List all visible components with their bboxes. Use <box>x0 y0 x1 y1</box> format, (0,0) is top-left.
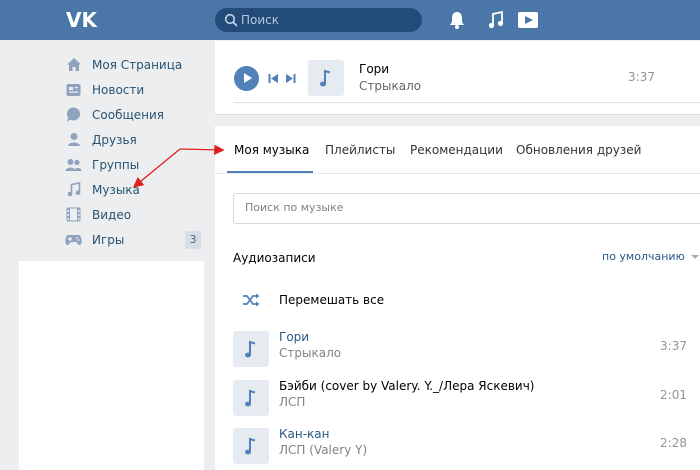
bell-icon[interactable] <box>448 10 466 30</box>
shuffle-all-button[interactable]: Перемешать все <box>233 286 384 314</box>
sidebar-item-music[interactable]: Музыка <box>60 177 205 202</box>
audio-player: Гори Стрыкало 3:37 <box>215 41 700 115</box>
games-count-badge: 3 <box>185 231 201 249</box>
sidebar-item-label: Друзья <box>92 132 137 147</box>
sidebar-blank-panel <box>19 261 204 470</box>
search-box[interactable] <box>215 8 422 32</box>
sidebar-item-groups[interactable]: Группы <box>60 152 205 177</box>
chevron-down-icon <box>690 254 699 259</box>
sidebar-item-label: Видео <box>92 207 132 222</box>
play-square-icon[interactable] <box>517 10 539 30</box>
player-track-artist[interactable]: Стрыкало <box>359 79 421 93</box>
sort-dropdown[interactable]: по умолчанию <box>602 250 699 263</box>
track-duration: 2:28 <box>660 436 687 450</box>
track-title[interactable]: Кан-кан <box>279 427 330 441</box>
sidebar-item-label: Игры <box>92 232 125 247</box>
sidebar-item-my-page[interactable]: Моя Страница <box>60 52 205 77</box>
sidebar-item-label: Новости <box>92 82 145 97</box>
tab-friends-updates[interactable]: Обновления друзей <box>516 143 641 157</box>
tab-recommendations[interactable]: Рекомендации <box>410 143 503 157</box>
film-icon <box>65 206 82 223</box>
sidebar-item-label: Группы <box>92 157 140 172</box>
track-row[interactable]: Кан-кан ЛСП (Valery Y) 2:28 <box>233 426 693 466</box>
track-duration: 2:01 <box>660 388 687 402</box>
music-search-box[interactable] <box>233 193 700 224</box>
home-icon <box>65 56 82 73</box>
next-track-icon[interactable] <box>284 73 296 84</box>
svg-text:VK: VK <box>66 9 98 31</box>
track-cover[interactable] <box>233 428 269 464</box>
track-cover <box>308 60 344 96</box>
news-icon <box>65 81 82 98</box>
previous-track-icon[interactable] <box>268 73 280 84</box>
shuffle-icon <box>243 293 260 307</box>
sidebar-item-video[interactable]: Видео <box>60 202 205 227</box>
tab-playlists[interactable]: Плейлисты <box>325 143 395 157</box>
music-note-icon[interactable] <box>488 10 504 30</box>
music-note-icon <box>320 69 331 87</box>
tab-my-music[interactable]: Моя музыка <box>234 143 309 157</box>
group-icon <box>65 156 82 173</box>
track-duration: 3:37 <box>660 339 687 353</box>
sidebar-item-friends[interactable]: Друзья <box>60 127 205 152</box>
track-artist[interactable]: Стрыкало <box>279 346 341 360</box>
person-icon <box>65 131 82 148</box>
shuffle-all-label: Перемешать все <box>279 293 385 307</box>
music-note-icon <box>65 181 82 198</box>
track-row[interactable]: Бэйби (cover by Valery. Y._/Лера Яскевич… <box>233 378 693 418</box>
gamepad-icon <box>65 231 82 248</box>
sidebar-item-label: Музыка <box>92 182 140 197</box>
sidebar-item-messages[interactable]: Сообщения <box>60 102 205 127</box>
vk-logo-icon[interactable]: VK <box>66 9 98 31</box>
music-search-input[interactable] <box>245 201 545 214</box>
section-title: Аудиозаписи <box>233 251 316 265</box>
music-tabs: Моя музыка Плейлисты Рекомендации Обновл… <box>215 126 700 174</box>
chat-bubble-icon <box>65 106 82 123</box>
player-track-duration: 3:37 <box>628 70 655 84</box>
track-cover[interactable] <box>233 331 269 367</box>
player-progress-bar[interactable] <box>234 102 700 103</box>
music-note-icon <box>245 437 256 455</box>
sidebar: Моя Страница Новости Сообщения Друзья Гр… <box>60 52 205 252</box>
sidebar-item-news[interactable]: Новости <box>60 77 205 102</box>
sort-label: по умолчанию <box>602 250 685 263</box>
track-artist[interactable]: ЛСП (Valery Y) <box>279 443 367 457</box>
track-artist[interactable]: ЛСП <box>279 395 305 409</box>
top-header: VK <box>0 0 700 40</box>
track-row[interactable]: Гори Стрыкало 3:37 <box>233 329 693 369</box>
track-cover[interactable] <box>233 380 269 416</box>
player-track-title[interactable]: Гори <box>359 62 389 76</box>
search-input[interactable] <box>241 11 411 29</box>
sidebar-item-games[interactable]: Игры 3 <box>60 227 205 252</box>
track-title[interactable]: Бэйби (cover by Valery. Y._/Лера Яскевич… <box>279 379 534 393</box>
sidebar-item-label: Сообщения <box>92 107 165 122</box>
track-title[interactable]: Гори <box>279 330 309 344</box>
play-icon[interactable] <box>234 66 259 91</box>
active-tab-indicator <box>227 171 313 173</box>
music-note-icon <box>245 340 256 358</box>
search-icon <box>224 13 238 27</box>
sidebar-item-label: Моя Страница <box>92 57 183 72</box>
music-panel: Моя музыка Плейлисты Рекомендации Обновл… <box>215 126 700 470</box>
music-note-icon <box>245 389 256 407</box>
